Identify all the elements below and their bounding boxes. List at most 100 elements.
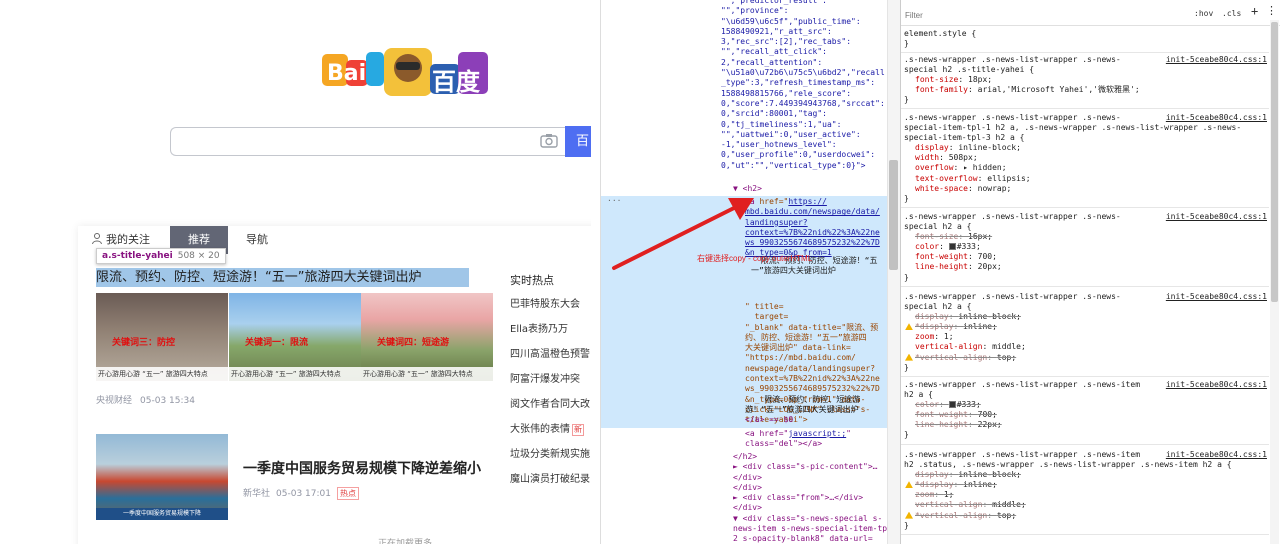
style-rule[interactable]: .s-news-wrapper .s-news-list-wrapper .s-… [901, 111, 1269, 208]
property-name: *display [915, 322, 954, 332]
hot-list-item[interactable]: 四川高温橙色预警 [510, 347, 591, 372]
css-property[interactable]: line-height: 20px; [904, 262, 1269, 272]
property-value: top; [996, 510, 1017, 520]
hov-toggle[interactable]: :hov [1194, 9, 1213, 19]
rule-source-link[interactable]: init-5ceabe80c4.css:1 [1166, 450, 1267, 460]
css-property[interactable]: vertical-align: middle; [904, 342, 1269, 352]
property-value: inline; [963, 480, 997, 490]
thumbnail-overlay-text: 关键词四：短途游 [377, 338, 450, 348]
camera-icon[interactable] [540, 133, 558, 149]
hot-list-item[interactable]: 魔山演员打破纪录 [510, 472, 591, 497]
css-property[interactable]: font-family: arial,'Microsoft Yahei','微软… [904, 85, 1269, 95]
css-property[interactable]: font-size: 16px; [904, 232, 1269, 242]
cls-toggle[interactable]: .cls [1222, 9, 1241, 19]
more-options-icon[interactable]: ⋮ [1266, 5, 1277, 16]
hot-list-item[interactable]: 巴菲特股东大会 [510, 297, 591, 322]
rule-source-link[interactable]: init-5ceabe80c4.css:1 [1166, 212, 1267, 222]
property-name: white-space [915, 183, 968, 193]
h2-node[interactable]: ▼ <h2> [733, 184, 762, 194]
css-property[interactable]: text-overflow: ellipsis; [904, 174, 1269, 184]
css-property[interactable]: *display: inline; [904, 322, 1269, 332]
hot-list-item[interactable]: 阿富汗爆发冲突 [510, 372, 591, 397]
search-button[interactable]: 百 [565, 126, 591, 157]
property-name: width [915, 153, 940, 163]
css-property[interactable]: *display: inline; [904, 480, 1269, 490]
css-property[interactable]: font-size: 18px; [904, 75, 1269, 85]
css-property[interactable]: zoom: 1; [904, 332, 1269, 342]
hot-list-item[interactable]: 大张伟的表情新 [510, 422, 591, 447]
css-property[interactable]: display: inline-block; [904, 312, 1269, 322]
browser-page: Bai 百度 百 我的关注 推荐 导航 限流、预约、防控、短途游！“五一”旅游四… [0, 0, 591, 544]
style-rule[interactable]: .s-news-wrapper .s-news-list-wrapper .s-… [901, 448, 1269, 535]
css-property[interactable]: overflow: ▸ hidden; [904, 163, 1269, 173]
style-rule[interactable]: .s-news-wrapper .s-news-list-wrapper .s-… [901, 290, 1269, 377]
color-swatch-icon[interactable] [948, 243, 956, 251]
color-swatch-icon[interactable] [948, 401, 956, 409]
load-more-text: 正在加载更多 [378, 539, 433, 544]
href-link[interactable]: https:// mbd.baidu.com/newspage/data/ la… [745, 197, 880, 257]
rule-source-link[interactable]: init-5ceabe80c4.css:1 [1166, 113, 1267, 123]
hot-item-label: Ella表扬乃万 [510, 324, 569, 335]
new-rule-plus-icon[interactable]: + [1251, 5, 1258, 17]
hot-item-label: 阿富汗爆发冲突 [510, 374, 580, 385]
property-name: display [915, 143, 949, 153]
attr-name: href=" [754, 197, 789, 206]
css-property[interactable]: white-space: nowrap; [904, 184, 1269, 194]
css-property[interactable]: vertical-align: middle; [904, 500, 1269, 510]
href-link[interactable]: javascript:; [788, 429, 846, 438]
news-headline-link[interactable]: 一季度中国服务贸易规模下降逆差缩小 [243, 458, 481, 478]
css-property[interactable]: display: inline-block; [904, 143, 1269, 153]
style-rule[interactable]: .s-news-wrapper .s-news-list-wrapper .s-… [901, 378, 1269, 445]
css-property[interactable]: color: #333; [904, 242, 1269, 252]
tab-label: 导航 [246, 233, 268, 246]
property-value: inline-block; [958, 470, 1021, 480]
css-property[interactable]: *vertical-align: top; [904, 353, 1269, 363]
property-value: 508px; [948, 153, 978, 163]
css-property[interactable]: line-height: 22px; [904, 420, 1269, 430]
style-rule[interactable]: .s-news-wrapper .s-news-list-wrapper .s-… [901, 210, 1269, 287]
rule-source-link[interactable]: init-5ceabe80c4.css:1 [1166, 292, 1267, 302]
devtools-styles-panel: :hov .cls + ⋮ element.style {}.s-news-wr… [900, 0, 1280, 544]
css-property[interactable]: font-weight: 700; [904, 410, 1269, 420]
rule-source-link[interactable]: init-5ceabe80c4.css:1 [1166, 380, 1267, 390]
selected-a-node[interactable]: <a href="https:// mbd.baidu.com/newspage… [745, 197, 880, 259]
node-actions-dots[interactable]: ··· [607, 196, 621, 206]
tooltip-size: 508 × 20 [177, 251, 220, 261]
baidu-logo[interactable]: Bai 百度 [322, 46, 494, 98]
hot-item-label: 阅文作者合同大改 [510, 399, 590, 410]
hot-list-item[interactable]: Ella表扬乃万 [510, 322, 591, 347]
elements-scrollbar-thumb[interactable] [889, 160, 898, 270]
property-value: inline; [963, 322, 997, 332]
rule-close: } [904, 362, 909, 372]
news-thumbnail[interactable]: 关键词四：短途游 开心游用心游 “五一” 旅游四大特点 [361, 293, 493, 381]
property-value: middle; [992, 342, 1026, 352]
style-rule[interactable]: element.style {} [901, 27, 1269, 54]
styles-filter-input[interactable] [905, 8, 1085, 22]
rule-source-link[interactable]: init-5ceabe80c4.css:1 [1166, 55, 1267, 65]
hot-list-item[interactable]: 垃圾分类新规实施 [510, 447, 591, 472]
search-input[interactable] [170, 127, 566, 156]
property-value: #333; [956, 400, 981, 410]
source-name: 央视财经 [96, 396, 133, 406]
hot-item-label: 巴菲特股东大会 [510, 299, 580, 310]
css-property[interactable]: color: #333; [904, 400, 1269, 410]
elements-scrollbar[interactable] [887, 0, 900, 544]
devtools-elements-panel[interactable]: ,"predictor_result": "","province": "\u6… [600, 0, 887, 544]
news-image[interactable]: 一季度中国服务贸易规模下降 [96, 434, 228, 520]
hot-list-item[interactable]: 阅文作者合同大改 [510, 397, 591, 422]
news-thumbnail[interactable]: 关键词一：限流 开心游用心游 “五一” 旅游四大特点 [229, 293, 361, 381]
property-name: font-weight [915, 252, 968, 262]
css-property[interactable]: width: 508px; [904, 153, 1269, 163]
styles-scrollbar-thumb[interactable] [1271, 22, 1278, 302]
news-thumbnail[interactable]: 关键词三：防控 开心游用心游 “五一” 旅游四大特点 [96, 293, 228, 381]
tab-navigation[interactable]: 导航 [246, 226, 268, 254]
css-property[interactable]: zoom: 1; [904, 490, 1269, 500]
logo-wordmark: 百度 [432, 68, 481, 96]
css-property[interactable]: font-weight: 700; [904, 252, 1269, 262]
css-property[interactable]: *vertical-align: top; [904, 511, 1269, 521]
css-property[interactable]: display: inline-block; [904, 470, 1269, 480]
news-headline-link[interactable]: 限流、预约、防控、短途游！“五一”旅游四大关键词出炉 [96, 268, 476, 287]
hot-badge: 热点 [336, 487, 359, 500]
style-rule[interactable]: .s-news-wrapper .s-news-list-wrapper .s-… [901, 53, 1269, 110]
a-del-node[interactable]: <a href="javascript:;" class="del"></a> [745, 429, 851, 450]
